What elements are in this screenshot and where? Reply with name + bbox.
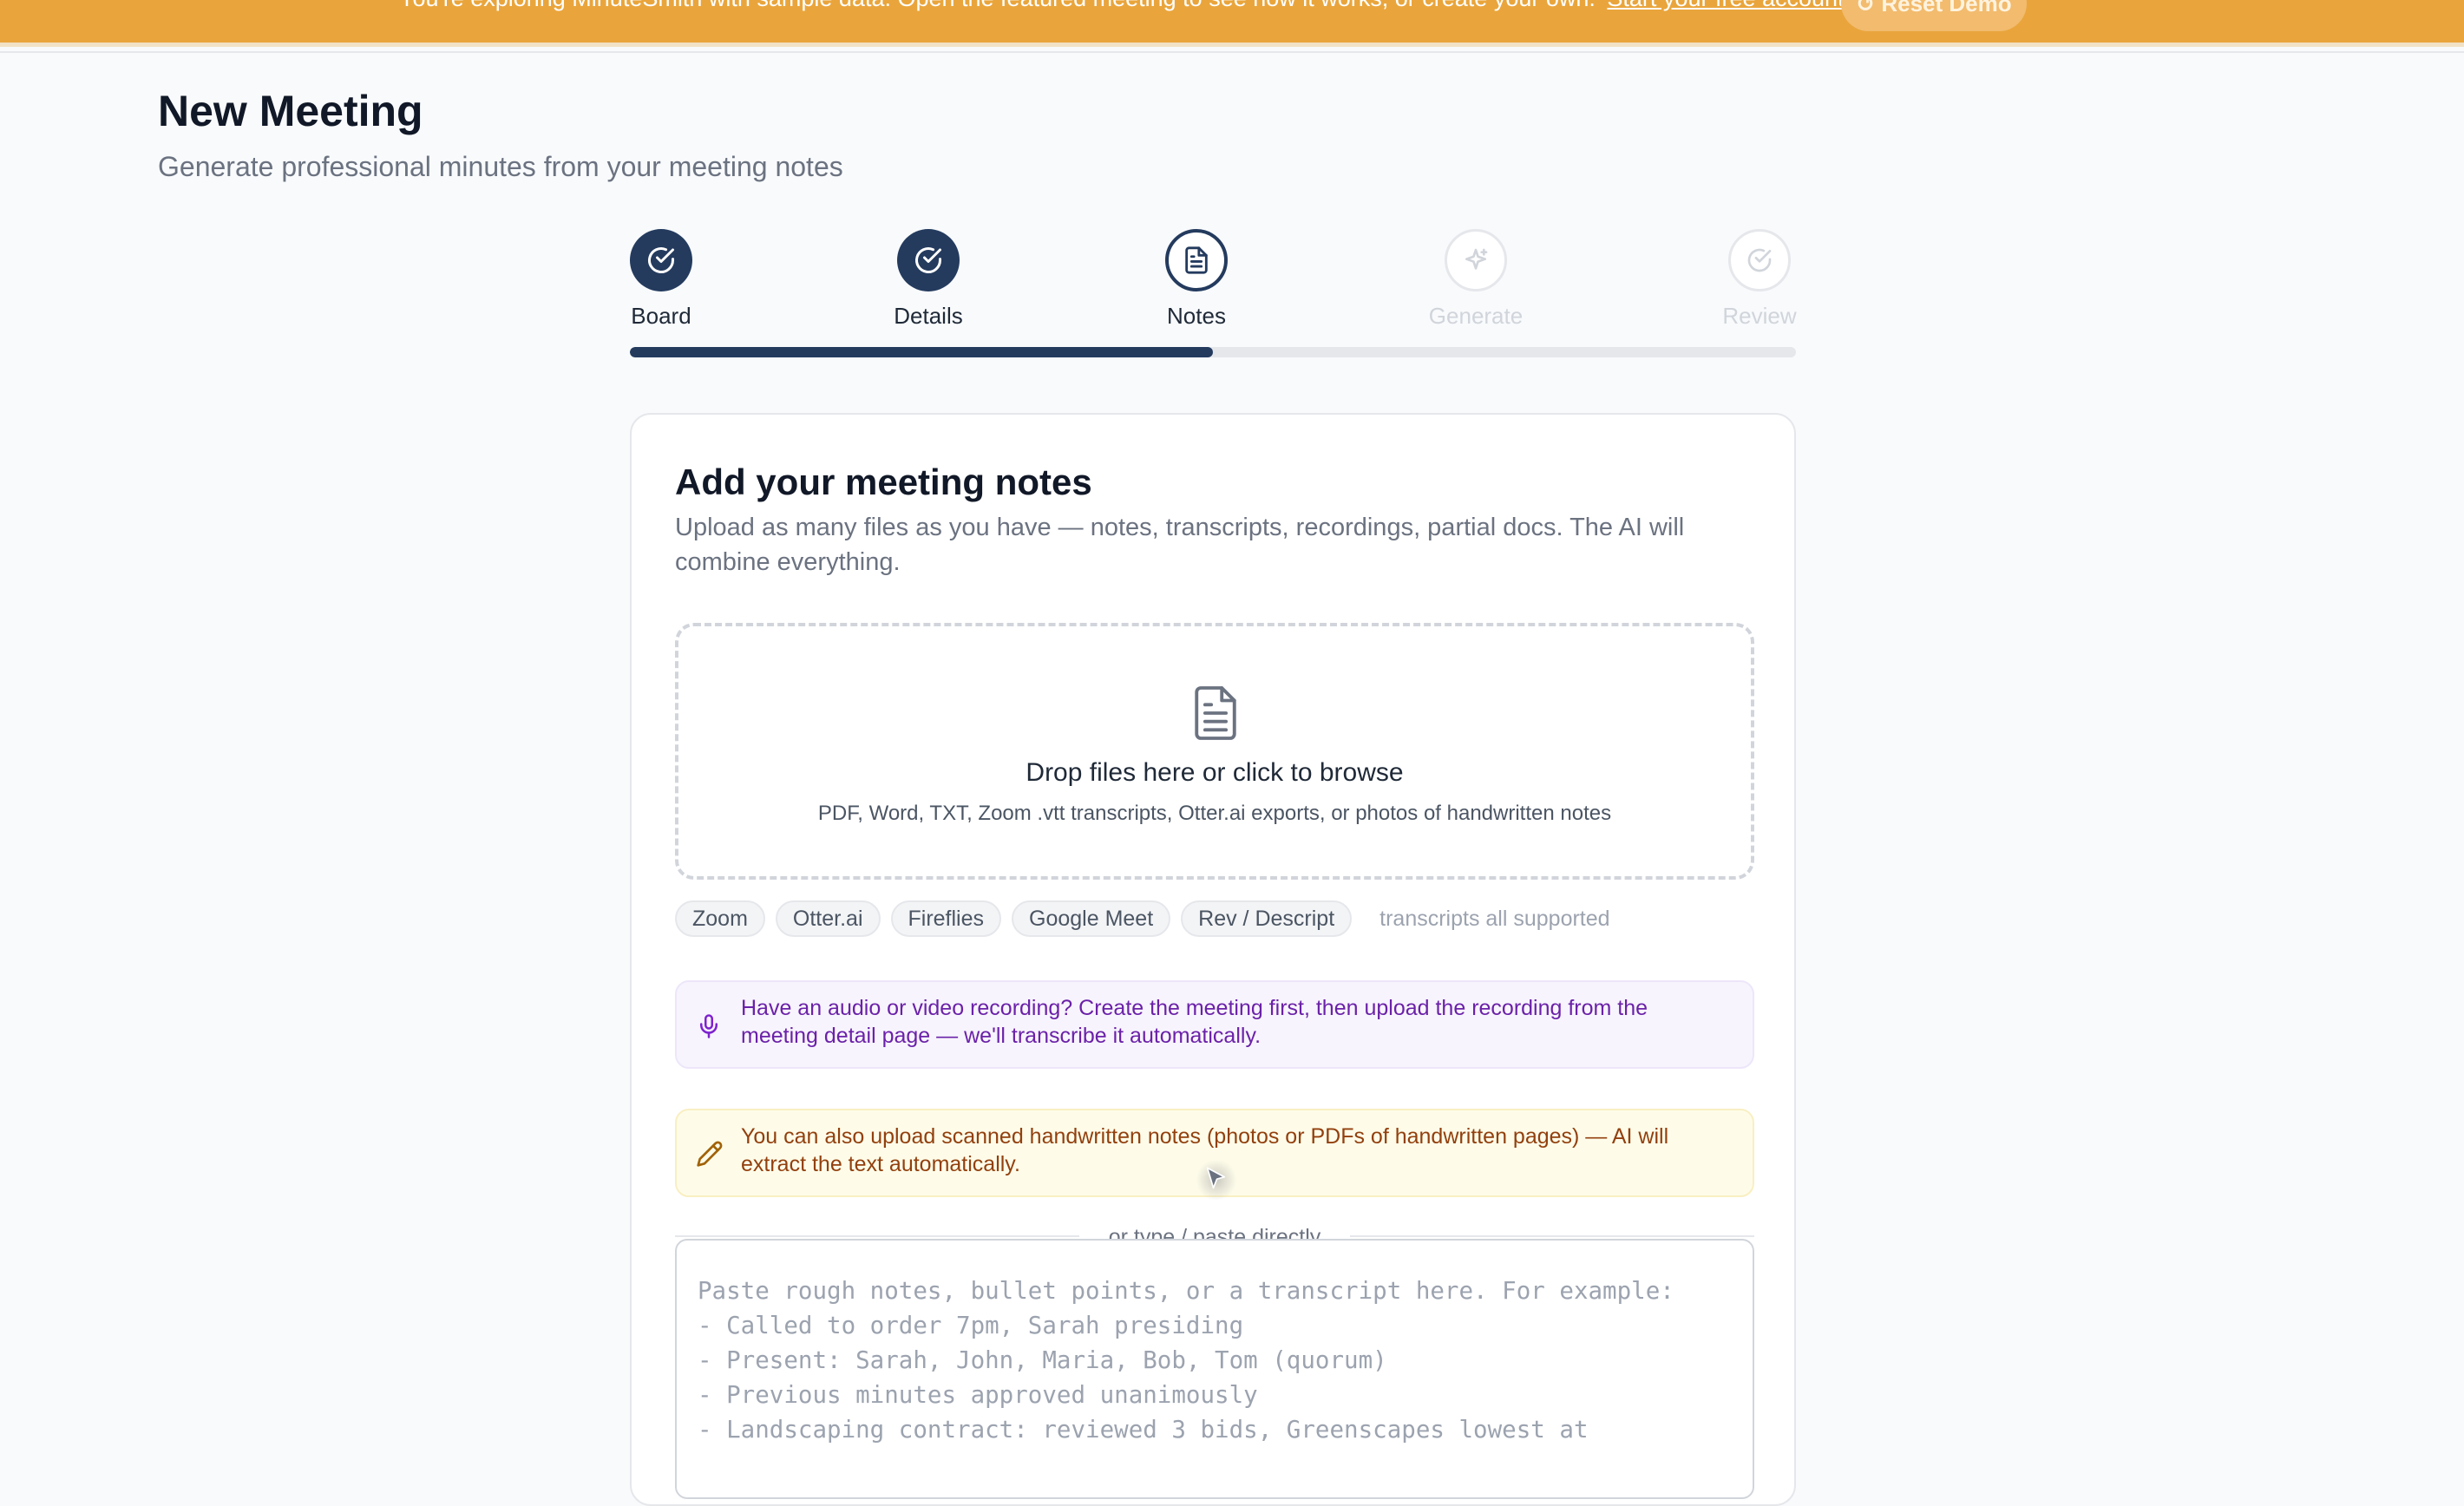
step-board[interactable]: Board [566, 229, 757, 330]
check-circle-icon [630, 229, 692, 291]
step-label-notes: Notes [1167, 303, 1226, 329]
step-label-board: Board [631, 303, 691, 329]
audio-recording-notice: Have an audio or video recording? Create… [675, 980, 1754, 1069]
microphone-icon [696, 1012, 722, 1045]
dropzone-title: Drop files here or click to browse [1026, 758, 1404, 787]
card-description: Upload as many files as you have — notes… [675, 514, 1685, 576]
header-divider [0, 51, 2464, 53]
check-circle-icon [897, 229, 960, 291]
sparkles-icon [1445, 229, 1507, 291]
supported-sources: Zoom Otter.ai Fireflies Google Meet Rev … [675, 900, 1610, 937]
step-label-review: Review [1722, 303, 1797, 329]
source-chip-fireflies: Fireflies [890, 900, 1002, 937]
cursor-arrow-icon [1206, 1167, 1226, 1189]
demo-banner-text: You're exploring MinuteSmith with sample… [399, 0, 1874, 16]
page-title: New Meeting [158, 87, 423, 135]
card-title: Add your meeting notes [675, 462, 1092, 502]
dropzone-subtitle: PDF, Word, TXT, Zoom .vtt transcripts, O… [817, 802, 1612, 825]
step-progress-bar [630, 347, 1796, 357]
mouse-cursor [1196, 1159, 1237, 1201]
step-label-generate: Generate [1428, 303, 1524, 329]
source-chip-google-meet: Google Meet [1012, 900, 1171, 937]
notes-textarea[interactable] [675, 1239, 1754, 1499]
source-chip-zoom: Zoom [675, 900, 765, 937]
start-free-account-link[interactable]: Start your free account → [1607, 0, 1874, 11]
step-review: Review [1664, 229, 1855, 330]
step-details[interactable]: Details [833, 229, 1024, 330]
demo-banner: You're exploring MinuteSmith with sample… [0, 0, 2464, 47]
page-subtitle: Generate professional minutes from your … [158, 151, 843, 182]
demo-banner-message: You're exploring MinuteSmith with sample… [399, 0, 1596, 11]
source-chip-rev-descript: Rev / Descript [1181, 900, 1353, 937]
audio-notice-text: Have an audio or video recording? Create… [741, 996, 1648, 1048]
step-progress-fill [630, 347, 1213, 357]
step-notes[interactable]: Notes [1101, 229, 1292, 330]
step-label-details: Details [894, 303, 963, 329]
notes-card: Add your meeting notes Upload as many fi… [630, 413, 1796, 1506]
sources-note: transcripts all supported [1379, 906, 1610, 931]
step-generate: Generate [1380, 229, 1571, 330]
pencil-icon [696, 1140, 724, 1172]
file-dropzone[interactable]: Drop files here or click to browse PDF, … [675, 623, 1754, 880]
handwritten-notice-text: You can also upload scanned handwritten … [741, 1124, 1669, 1176]
document-icon [1165, 229, 1228, 291]
check-circle-icon [1728, 229, 1791, 291]
source-chip-otter: Otter.ai [775, 900, 881, 937]
reset-demo-button[interactable]: ↺ Reset Demo [1841, 0, 2027, 31]
document-icon [1190, 684, 1241, 747]
